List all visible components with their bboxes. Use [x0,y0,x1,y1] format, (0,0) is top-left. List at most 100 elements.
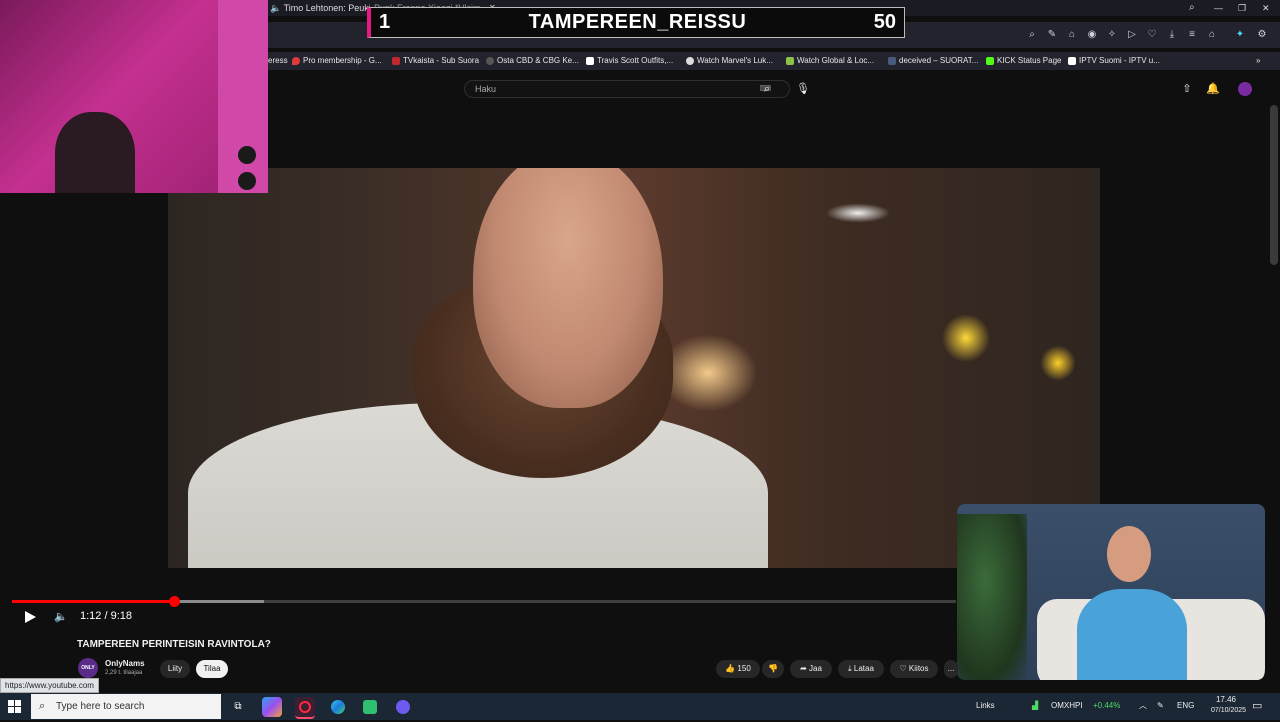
chevron-up-icon[interactable]: ︿ [1139,698,1147,714]
app-icon[interactable] [360,697,380,717]
channel-avatar[interactable]: ONLY [78,658,98,678]
streamer-figure [55,112,135,193]
overlay-title: TAMPEREEN_REISSU [528,11,747,33]
thumbs-up-icon: 👍 [725,664,736,673]
clock-time: 17.46 [1215,695,1237,704]
bell-icon[interactable]: 🔔 [1206,82,1220,96]
page-scrollbar[interactable] [1270,105,1278,265]
bookmark-label: Osta CBD & CBG Ke... [497,56,579,65]
thanks-label: Kiitos [908,664,929,673]
stock-chart-icon: ▟ [1032,701,1039,710]
video-title: TAMPEREEN PERINTEISIN RAVINTOLA? [77,639,271,650]
video-frame [473,168,663,408]
extension-icon[interactable]: ✧ [1106,29,1118,41]
bookmark-label: KICK Status Page [997,56,1062,65]
bookmark-label: eress [268,56,288,65]
settings-icon[interactable]: ⚙ [1256,29,1268,41]
bookmark-item[interactable]: eress [268,55,288,67]
join-button[interactable]: Liity [160,660,190,678]
opera-gx-icon[interactable] [295,697,315,719]
volume-icon[interactable]: 🔈 [54,610,68,624]
subscribe-button[interactable]: Tilaa [196,660,228,678]
tab-timo-lehtonen[interactable]: 🔈 Timo Lehtonen: Peuki [270,2,370,14]
bookmark-item[interactable]: KICK Status Page [986,55,1061,67]
thanks-button[interactable]: ♡ Kiitos [890,660,938,678]
more-actions-button[interactable]: ... [944,660,958,678]
stock-change: +0.44% [1093,701,1121,710]
bookmark-label: Pro membership - G... [303,56,382,65]
youtube-header: Haku ⌨ ⌕ 🎙 ⇧ 🔔 [268,74,1280,104]
bookmarks-bar: eress Pro membership - G... TVkaista - S… [268,52,1280,70]
bookmark-item[interactable]: Watch Global & Loc... [786,55,874,67]
guest-figure [1107,526,1151,582]
speaker-icon: 🔈 [270,3,282,13]
bookmark-label: IPTV Suomi - IPTV u... [1079,56,1160,65]
search-icon[interactable]: ⌕ [760,82,774,96]
task-view-icon[interactable]: ⧉ [228,697,248,717]
bookmark-item[interactable]: TVkaista - Sub Suora [392,55,479,67]
download-label: Lataa [853,664,874,673]
pen-icon[interactable]: ✎ [1157,698,1164,714]
like-button[interactable]: 👍 150 [716,660,760,678]
bookmark-item[interactable]: IPTV Suomi - IPTV u... [1068,55,1160,67]
link-icon [686,57,694,65]
find-icon[interactable]: ⌕ [1026,29,1038,41]
status-bar-url: https://www.youtube.com [0,678,99,693]
discord-icon[interactable] [393,697,413,717]
download-button[interactable]: ⤓ Lataa [838,660,884,678]
share-button[interactable]: ➦ Jaa [790,660,832,678]
bookmark-item[interactable]: deceived – SUORAT... [888,55,978,67]
download-icon: ⤓ [848,664,852,673]
links-toolbar[interactable]: Links [976,698,995,714]
search-tabs-icon[interactable]: ⌕ [1189,2,1201,14]
bookmark-label: Watch Marvel's Luk... [697,56,773,65]
dislike-button[interactable]: 👎 [762,660,784,678]
restore-icon[interactable]: ❐ [1238,2,1250,14]
bookmarks-more-icon[interactable]: » [1256,55,1260,67]
play-icon[interactable] [22,609,38,625]
webcam-background [218,0,268,193]
progress-scrubber[interactable] [169,596,181,607]
player-icon[interactable]: ▷ [1126,29,1138,41]
camera-icon[interactable]: ⌂ [1066,29,1078,41]
page-icon [586,57,594,65]
microphone-icon[interactable]: 🎙 [796,82,810,96]
heart-icon[interactable]: ♡ [1146,29,1158,41]
progress-played [12,600,175,603]
notification-icon[interactable]: ▭ [1252,698,1262,714]
menu-icon[interactable]: ≡ [1186,29,1198,41]
bookmark-item[interactable]: Travis Scott Outfits,... [586,55,673,67]
video-progress-bar[interactable] [12,596,956,607]
ai-icon[interactable]: ✦ [1234,29,1246,41]
speaker-shape [238,146,256,164]
clock[interactable]: 17.46 07/10/2025 [1211,694,1246,716]
taskbar-search-placeholder: Type here to search [56,701,145,712]
tv-icon [392,57,400,65]
edit-icon[interactable]: ✎ [1046,29,1058,41]
bookmark-item[interactable]: Watch Marvel's Luk... [686,55,773,67]
avatar[interactable] [1238,82,1252,96]
taskbar-search-input[interactable]: ⌕ Type here to search [31,694,221,719]
wallet-icon[interactable]: ⌂ [1206,29,1218,41]
stock-name[interactable]: OMXHPI [1051,698,1083,714]
windows-start-icon[interactable] [8,700,21,713]
language-indicator[interactable]: ENG [1177,698,1194,714]
location-pin-icon [292,57,300,65]
close-window-icon[interactable]: ✕ [1262,2,1274,14]
edge-icon[interactable] [328,697,348,717]
channel-name[interactable]: OnlyNams [105,659,145,668]
copilot-icon[interactable] [262,697,282,717]
windows-taskbar: ⌕ Type here to search ⧉ Links ▟ OMXHPI +… [0,693,1280,720]
upload-icon[interactable]: ⇧ [1180,82,1194,96]
bookmark-item[interactable]: Osta CBD & CBG Ke... [486,55,579,67]
guest-webcam [957,504,1265,680]
bookmark-label: Travis Scott Outfits,... [597,56,674,65]
thumbs-down-icon: 👎 [768,664,778,673]
channel-subscriber-count: 2,29 t. tilaajaa [105,670,143,676]
bookmark-label: deceived – SUORAT... [899,56,979,65]
minimize-icon[interactable]: — [1214,2,1226,14]
shield-icon[interactable]: ◉ [1086,29,1098,41]
bookmark-item[interactable]: Pro membership - G... [292,55,382,67]
download-icon[interactable]: ⤓ [1166,29,1178,41]
search-input[interactable]: Haku ⌨ [464,80,790,98]
